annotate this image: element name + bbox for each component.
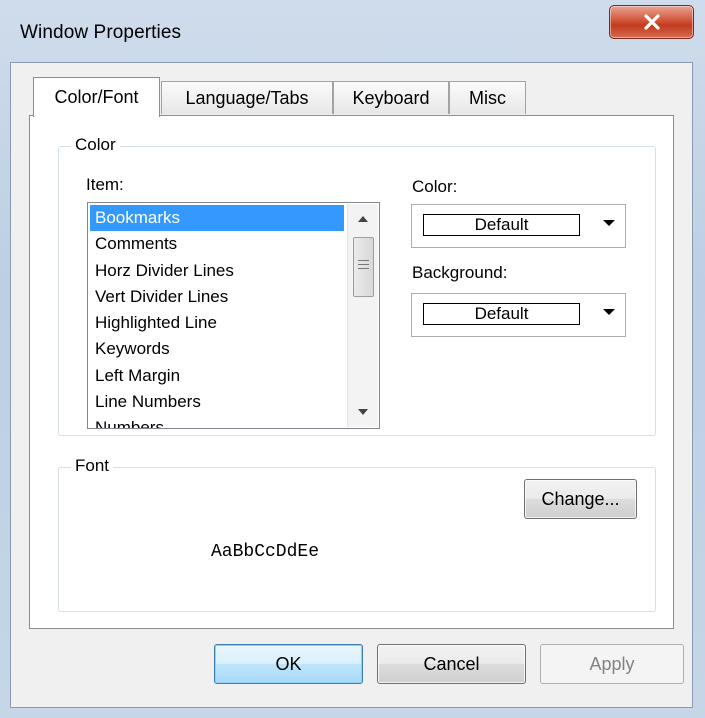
change-font-button[interactable]: Change... xyxy=(524,479,637,519)
list-item[interactable]: Numbers xyxy=(90,415,344,428)
listbox-scrollbar[interactable] xyxy=(347,204,378,427)
background-combobox[interactable]: Default xyxy=(411,293,626,337)
close-icon xyxy=(643,14,661,30)
chevron-down-icon xyxy=(603,309,615,315)
background-label: Background: xyxy=(412,263,508,282)
color-item-listbox[interactable]: Bookmarks Comments Horz Divider Lines Ve… xyxy=(87,202,380,429)
window-title: Window Properties xyxy=(20,22,182,43)
list-item[interactable]: Vert Divider Lines xyxy=(90,284,344,310)
scroll-up-arrow-icon[interactable] xyxy=(348,204,378,234)
list-item[interactable]: Comments xyxy=(90,231,344,257)
close-button[interactable] xyxy=(609,5,694,39)
font-sample-text: AaBbCcDdEe xyxy=(211,542,320,562)
list-item[interactable]: Bookmarks xyxy=(90,205,344,232)
color-combobox[interactable]: Default xyxy=(411,204,626,248)
color-swatch: Default xyxy=(423,214,580,236)
list-item[interactable]: Line Numbers xyxy=(90,389,344,415)
list-item[interactable]: Horz Divider Lines xyxy=(90,258,344,284)
scrollbar-thumb[interactable] xyxy=(353,237,374,297)
item-label: Item: xyxy=(86,175,124,194)
dialog-client-area: Color/Font Language/Tabs Keyboard Misc C… xyxy=(10,62,693,708)
background-swatch: Default xyxy=(423,303,580,325)
chevron-down-icon xyxy=(603,220,615,226)
list-item[interactable]: Keywords xyxy=(90,336,344,362)
font-group-label: Font xyxy=(71,456,114,476)
item-list: Bookmarks Comments Horz Divider Lines Ve… xyxy=(90,205,344,428)
list-item[interactable]: Highlighted Line xyxy=(90,310,344,336)
title-bar[interactable]: Window Properties xyxy=(0,0,705,62)
scroll-down-arrow-icon[interactable] xyxy=(348,397,378,427)
button-label: Change... xyxy=(541,488,620,509)
list-item[interactable]: Left Margin xyxy=(90,363,344,389)
dialog-window: Window Properties Color/Font Language/Ta… xyxy=(0,0,705,718)
color-label: Color: xyxy=(412,177,458,196)
color-group-label: Color xyxy=(71,135,120,155)
